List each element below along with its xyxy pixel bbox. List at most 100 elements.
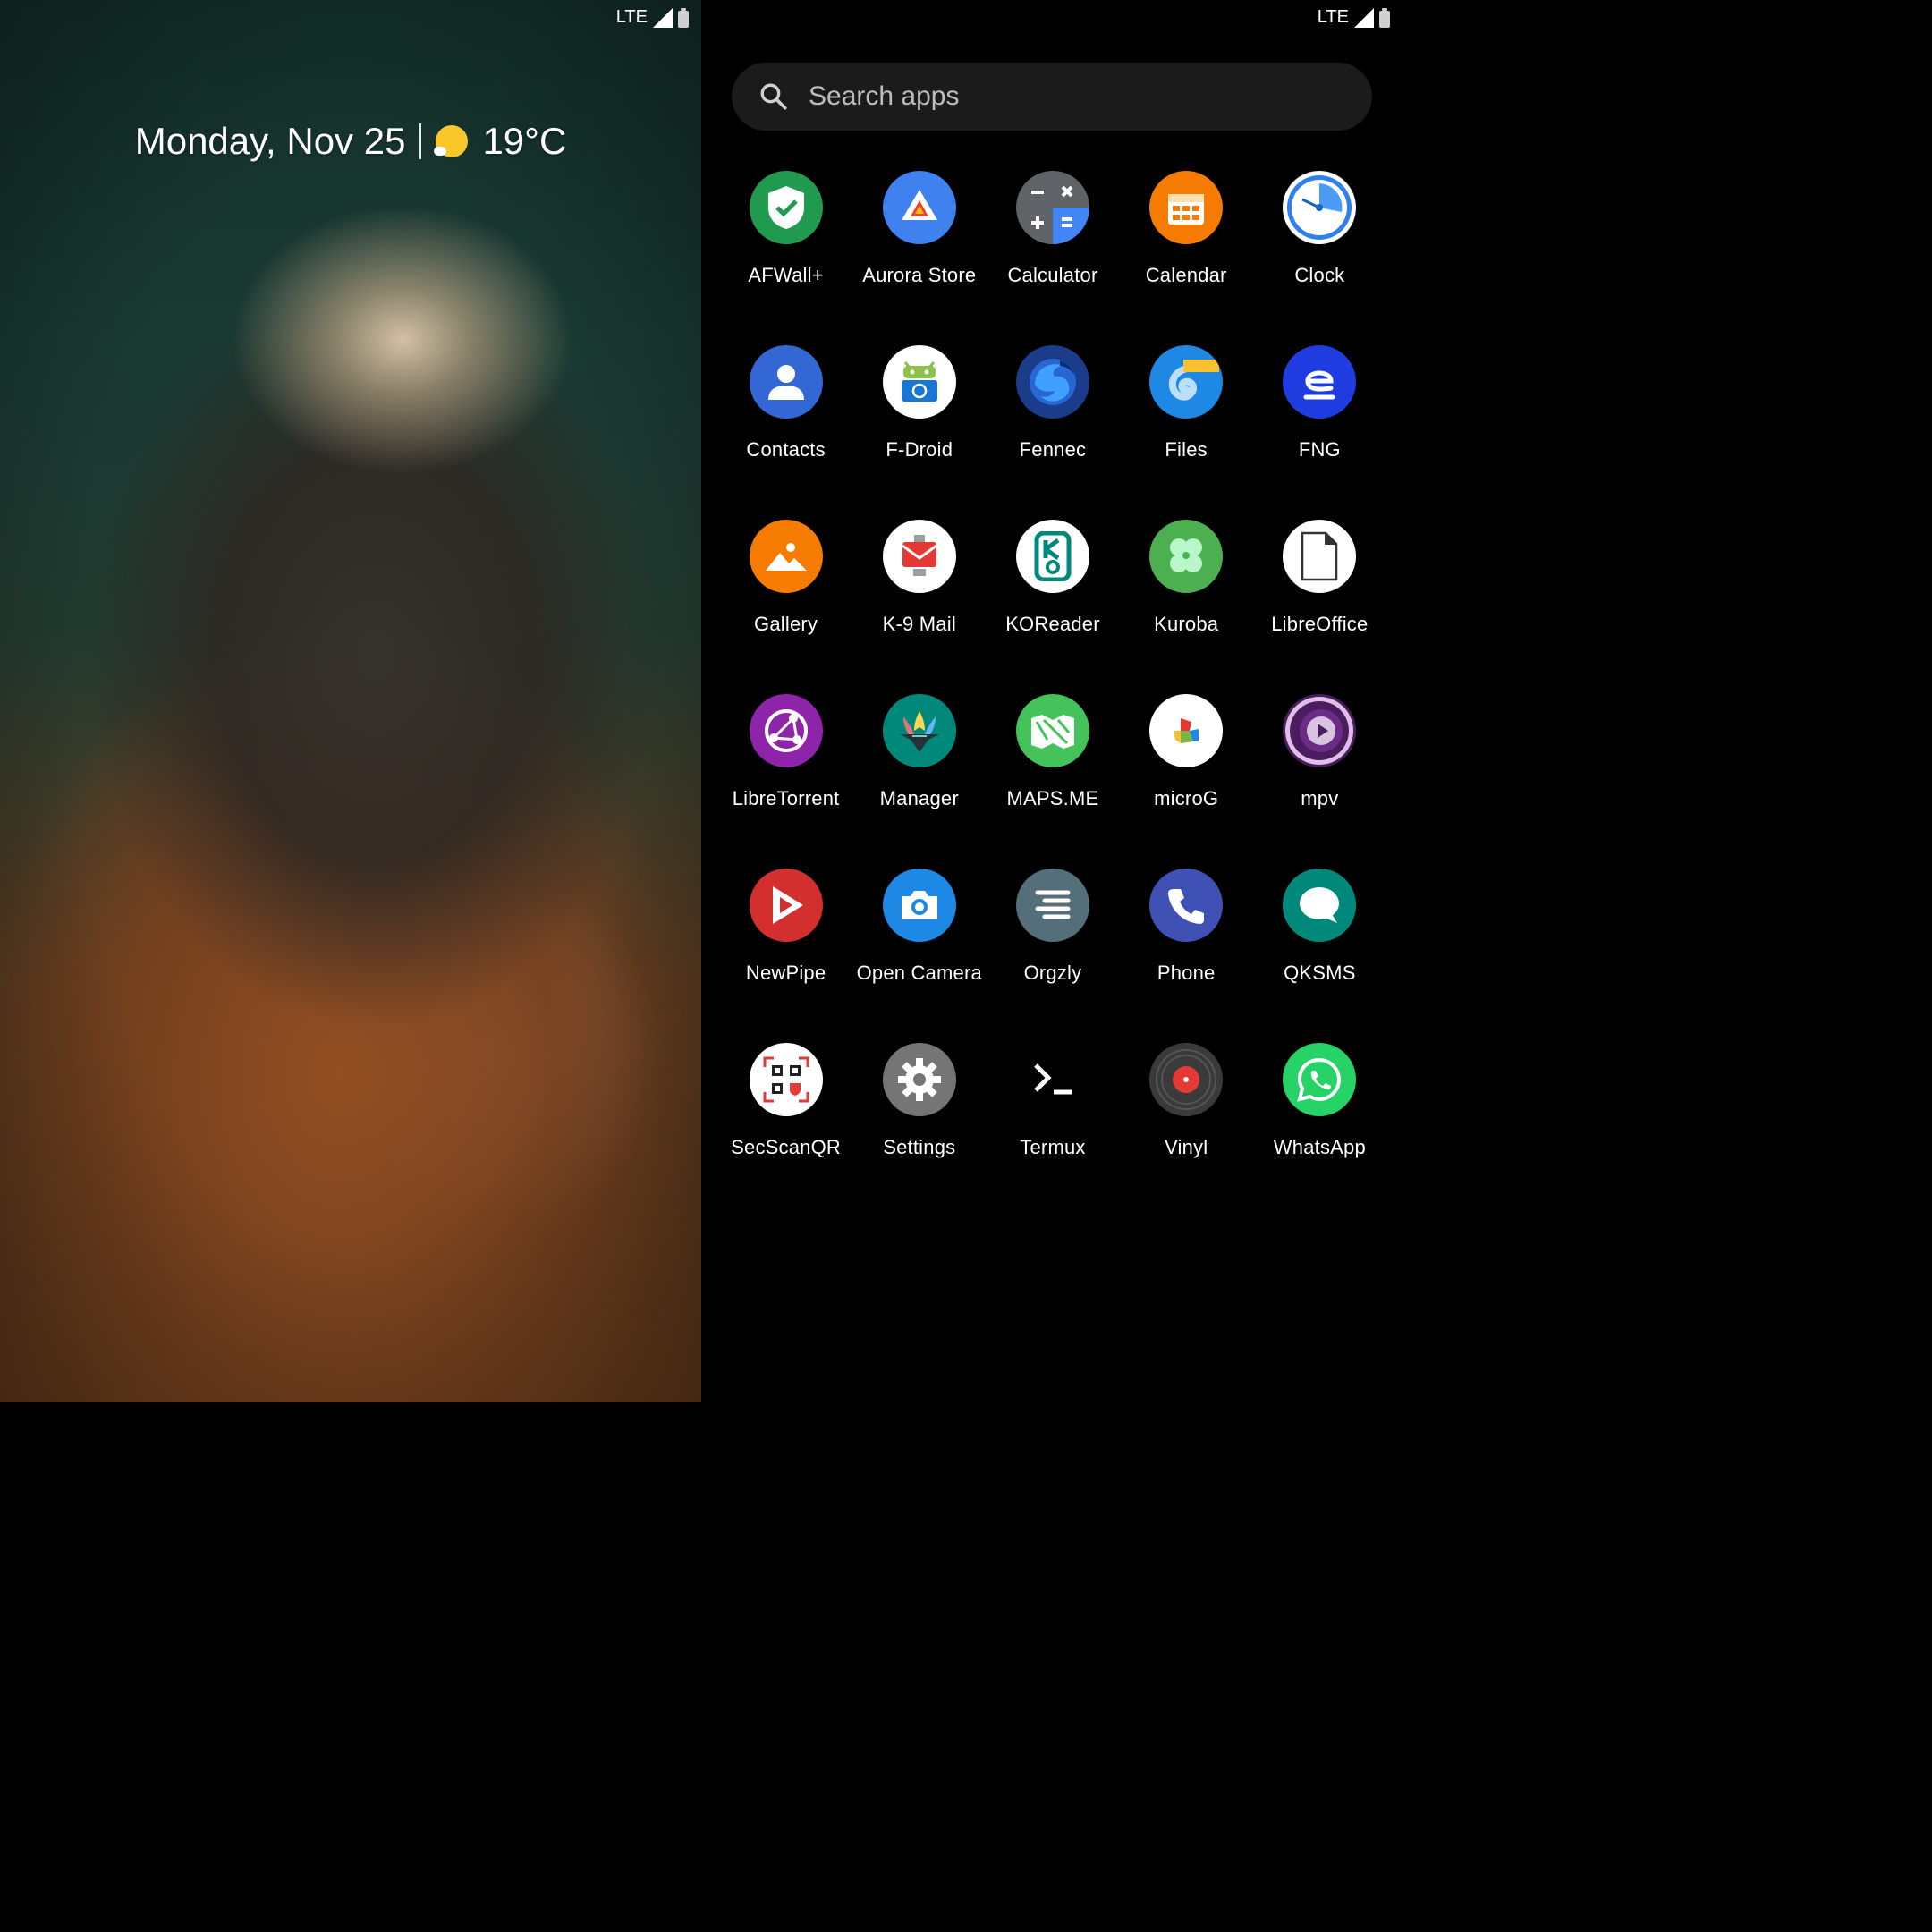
- app-item[interactable]: KOReader: [986, 510, 1119, 684]
- shield-check-icon: [749, 171, 823, 244]
- app-label: MAPS.ME: [1006, 787, 1099, 809]
- phone-handset-icon: [1149, 869, 1224, 942]
- app-item[interactable]: Phone: [1120, 859, 1253, 1033]
- app-label: mpv: [1301, 787, 1339, 809]
- app-label: Aurora Store: [862, 264, 977, 286]
- app-label: Manager: [879, 787, 959, 809]
- app-label: AFWall+: [748, 264, 824, 286]
- app-label: Clock: [1294, 264, 1345, 286]
- app-item[interactable]: Orgzly: [986, 859, 1119, 1033]
- app-label: Calculator: [1007, 264, 1098, 286]
- vinyl-record-icon: [1149, 1043, 1224, 1116]
- app-label: Phone: [1157, 962, 1216, 984]
- app-item[interactable]: Clock: [1253, 161, 1386, 335]
- terminal-prompt-icon: [1015, 1043, 1089, 1116]
- app-label: Contacts: [746, 438, 826, 461]
- app-label: Calendar: [1145, 264, 1227, 286]
- qr-code-icon: [749, 1043, 823, 1116]
- date-text[interactable]: Monday, Nov 25: [135, 120, 406, 163]
- folder-swirl-icon: [1149, 345, 1224, 419]
- app-label: K-9 Mail: [882, 613, 956, 635]
- app-drawer: LTE AFWall+ Aurora Store Calculator Cale…: [701, 0, 1402, 1402]
- divider: [419, 123, 422, 159]
- mountain-image-icon: [749, 520, 823, 593]
- app-item[interactable]: microG: [1120, 684, 1253, 859]
- gear-icon: [882, 1043, 956, 1116]
- play-triangle-icon: [749, 869, 823, 942]
- map-icon: [1015, 694, 1089, 767]
- app-label: KOReader: [1005, 613, 1100, 635]
- app-label: NewPipe: [745, 962, 826, 984]
- app-label: Open Camera: [856, 962, 982, 984]
- search-input[interactable]: [807, 80, 1311, 113]
- app-item[interactable]: Fennec: [986, 335, 1119, 510]
- app-label: Termux: [1020, 1136, 1086, 1158]
- network-type: LTE: [1317, 7, 1349, 27]
- play-circle-icon: [1283, 694, 1357, 767]
- battery-icon: [1379, 7, 1390, 28]
- store-bag-icon: [882, 171, 956, 244]
- app-label: Gallery: [754, 613, 818, 635]
- fng-icon: [1283, 345, 1357, 419]
- app-item[interactable]: Files: [1120, 335, 1253, 510]
- app-item[interactable]: Termux: [986, 1033, 1119, 1208]
- status-bar: LTE: [616, 7, 689, 28]
- document-icon: [1283, 520, 1357, 593]
- app-item[interactable]: Calendar: [1120, 161, 1253, 335]
- app-item[interactable]: Vinyl: [1120, 1033, 1253, 1208]
- app-label: F-Droid: [886, 438, 953, 461]
- app-item[interactable]: AFWall+: [719, 161, 852, 335]
- clock-icon: [1283, 171, 1357, 244]
- app-label: LibreTorrent: [732, 787, 840, 809]
- app-label: Vinyl: [1165, 1136, 1208, 1158]
- app-item[interactable]: WhatsApp: [1253, 1033, 1386, 1208]
- app-item[interactable]: F-Droid: [852, 335, 986, 510]
- chat-bubble-icon: [1283, 869, 1357, 942]
- puzzle-icon: [1149, 694, 1224, 767]
- app-item[interactable]: MAPS.ME: [986, 684, 1119, 859]
- envelope-robot-icon: [882, 520, 956, 593]
- app-label: Fennec: [1019, 438, 1087, 461]
- app-item[interactable]: LibreTorrent: [719, 684, 852, 859]
- at-a-glance-widget[interactable]: Monday, Nov 25 19°C: [0, 120, 701, 163]
- app-item[interactable]: LibreOffice: [1253, 510, 1386, 684]
- calendar-icon: [1149, 171, 1224, 244]
- app-item[interactable]: Manager: [852, 684, 986, 859]
- android-icon: [882, 345, 956, 419]
- app-item[interactable]: Open Camera: [852, 859, 986, 1033]
- search-bar[interactable]: [732, 63, 1372, 131]
- magisk-mask-icon: [882, 694, 956, 767]
- app-item[interactable]: QKSMS: [1253, 859, 1386, 1033]
- app-label: QKSMS: [1284, 962, 1356, 984]
- app-label: Kuroba: [1154, 613, 1219, 635]
- camera-icon: [882, 869, 956, 942]
- app-label: Orgzly: [1023, 962, 1082, 984]
- temperature-text[interactable]: 19°C: [482, 120, 566, 163]
- app-item[interactable]: K-9 Mail: [852, 510, 986, 684]
- signal-icon: [1354, 7, 1374, 28]
- app-label: Settings: [883, 1136, 956, 1158]
- calculator-icon: [1015, 171, 1089, 244]
- app-label: LibreOffice: [1271, 613, 1368, 635]
- status-bar: LTE: [1318, 7, 1390, 28]
- app-grid: AFWall+ Aurora Store Calculator Calendar…: [719, 161, 1386, 1208]
- app-label: WhatsApp: [1273, 1136, 1366, 1158]
- whatsapp-icon: [1283, 1043, 1357, 1116]
- app-item[interactable]: Gallery: [719, 510, 852, 684]
- weather-sun-icon: [434, 125, 469, 157]
- app-item[interactable]: Contacts: [719, 335, 852, 510]
- app-item[interactable]: Aurora Store: [852, 161, 986, 335]
- app-item[interactable]: NewPipe: [719, 859, 852, 1033]
- network-type: LTE: [615, 7, 648, 27]
- app-item[interactable]: mpv: [1253, 684, 1386, 859]
- app-item[interactable]: SecScanQR: [719, 1033, 852, 1208]
- app-item[interactable]: Kuroba: [1120, 510, 1253, 684]
- app-item[interactable]: FNG: [1253, 335, 1386, 510]
- torrent-icon: [749, 694, 823, 767]
- signal-icon: [653, 7, 673, 28]
- lines-icon: [1015, 869, 1089, 942]
- app-item[interactable]: Calculator: [986, 161, 1119, 335]
- search-icon: [760, 83, 787, 110]
- app-item[interactable]: Settings: [852, 1033, 986, 1208]
- fox-globe-icon: [1015, 345, 1089, 419]
